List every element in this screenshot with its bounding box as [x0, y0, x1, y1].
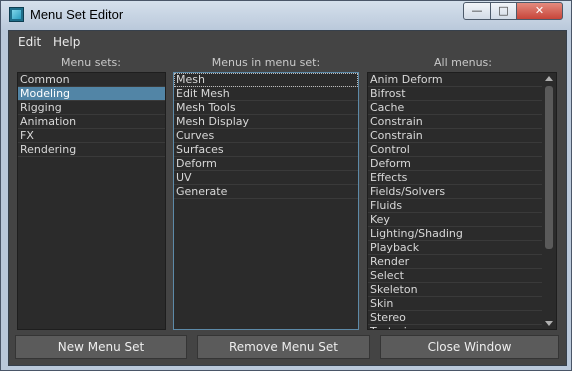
- all-menu-item[interactable]: Bifrost: [368, 87, 542, 101]
- menu-item[interactable]: UV: [174, 171, 358, 185]
- all-menu-item[interactable]: Key: [368, 213, 542, 227]
- menus-in-set-list[interactable]: Mesh Edit Mesh Mesh Tools Mesh Display Curve…: [173, 72, 359, 330]
- menu-item[interactable]: Mesh: [174, 73, 358, 87]
- menu-set-item[interactable]: Rigging: [18, 101, 165, 115]
- menu-item[interactable]: Edit Mesh: [174, 87, 358, 101]
- all-menu-item[interactable]: Skeleton: [368, 283, 542, 297]
- all-menu-item[interactable]: Control: [368, 143, 542, 157]
- all-menu-item[interactable]: Deform: [368, 157, 542, 171]
- menu-item[interactable]: Surfaces: [174, 143, 358, 157]
- editor-panel: Edit Help Menu sets: Menus in menu set: …: [8, 30, 567, 366]
- all-menus-scrollbar[interactable]: [542, 73, 556, 329]
- window-frame: Menu Set Editor — □ ✕ Edit Help Menu set…: [0, 0, 572, 371]
- title-bar[interactable]: Menu Set Editor — □ ✕: [1, 1, 571, 29]
- all-menu-item[interactable]: Select: [368, 269, 542, 283]
- maya-app-icon: [9, 7, 24, 22]
- window-title: Menu Set Editor: [30, 7, 124, 22]
- all-menu-item[interactable]: Constrain: [368, 129, 542, 143]
- all-menu-item[interactable]: Fields/Solvers: [368, 185, 542, 199]
- menu-sets-list[interactable]: Common Modeling Rigging Animation FX Renderin…: [17, 72, 166, 330]
- new-menu-set-button[interactable]: New Menu Set: [15, 335, 187, 359]
- menu-item[interactable]: Mesh Tools: [174, 101, 358, 115]
- menu-set-item[interactable]: Modeling: [18, 87, 165, 101]
- close-window-button[interactable]: Close Window: [380, 335, 559, 359]
- all-menu-item[interactable]: Anim Deform: [368, 73, 542, 87]
- menu-set-item[interactable]: Animation: [18, 115, 165, 129]
- scroll-down-arrow-icon[interactable]: [545, 321, 553, 326]
- menu-item[interactable]: Deform: [174, 157, 358, 171]
- menu-bar: Edit Help: [9, 31, 566, 53]
- remove-menu-set-button[interactable]: Remove Menu Set: [197, 335, 370, 359]
- all-menu-item[interactable]: Texturing: [368, 325, 542, 329]
- close-button[interactable]: ✕: [516, 2, 563, 20]
- all-menu-item[interactable]: Stereo: [368, 311, 542, 325]
- all-menu-item[interactable]: Render: [368, 255, 542, 269]
- all-menu-item[interactable]: Skin: [368, 297, 542, 311]
- menu-set-item[interactable]: FX: [18, 129, 165, 143]
- all-menu-item[interactable]: Effects: [368, 171, 542, 185]
- menu-item[interactable]: Mesh Display: [174, 115, 358, 129]
- all-menu-item[interactable]: Lighting/Shading: [368, 227, 542, 241]
- menus-in-set-header: Menus in menu set:: [211, 56, 321, 69]
- all-menu-item[interactable]: Playback: [368, 241, 542, 255]
- menu-item[interactable]: Generate: [174, 185, 358, 199]
- minimize-button[interactable]: —: [463, 2, 491, 20]
- scroll-up-arrow-icon[interactable]: [545, 76, 553, 81]
- all-menu-item[interactable]: Cache: [368, 101, 542, 115]
- menu-edit[interactable]: Edit: [18, 35, 41, 49]
- scrollbar-thumb[interactable]: [545, 86, 553, 249]
- menu-sets-header: Menu sets:: [61, 56, 121, 69]
- all-menu-item[interactable]: Constrain: [368, 115, 542, 129]
- menu-help[interactable]: Help: [53, 35, 80, 49]
- all-menus-list[interactable]: Anim Deform Bifrost Cache Constrain Constrai…: [367, 72, 557, 330]
- menu-set-item[interactable]: Common: [18, 73, 165, 87]
- menu-set-item[interactable]: Rendering: [18, 143, 165, 157]
- all-menus-header: All menus:: [434, 56, 492, 69]
- maximize-button[interactable]: □: [490, 2, 517, 20]
- all-menu-item[interactable]: Fluids: [368, 199, 542, 213]
- menu-item[interactable]: Curves: [174, 129, 358, 143]
